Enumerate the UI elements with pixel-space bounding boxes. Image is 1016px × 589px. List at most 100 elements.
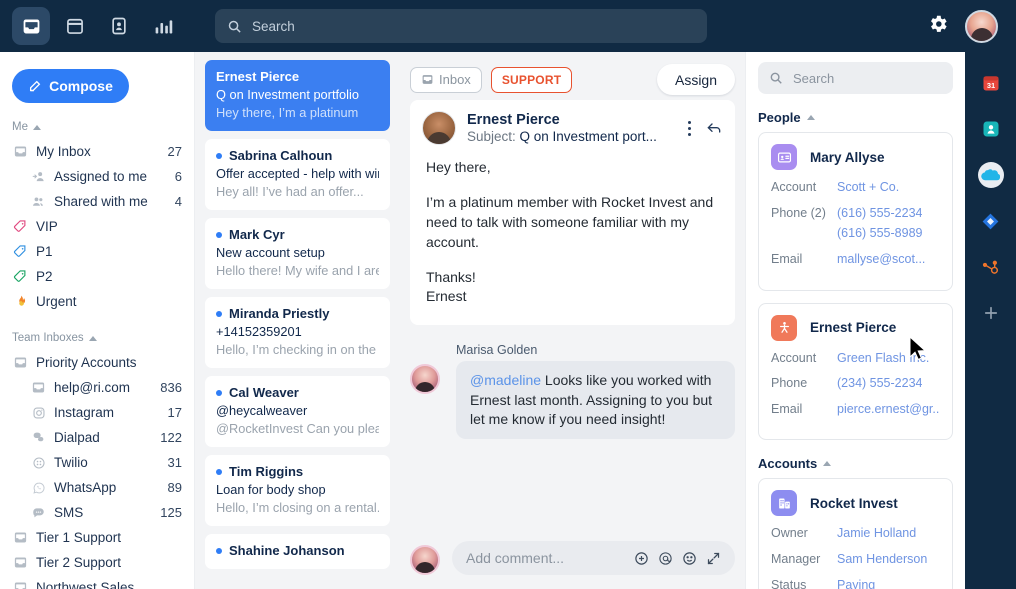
more-options-icon[interactable] — [688, 120, 691, 136]
context-row-value[interactable]: Paying — [837, 578, 875, 589]
conversation-preview: Hey there, I’m a platinum — [216, 105, 359, 120]
context-row-value[interactable]: mallyse@scot... — [837, 252, 925, 273]
context-row-key: Manager — [771, 552, 821, 566]
context-row-key: Owner — [771, 526, 808, 541]
context-row-value[interactable]: (616) 555-2234 (616) 555-8989 — [837, 206, 922, 247]
conversation-subject: Loan for body shop — [216, 482, 326, 497]
conversation-list-item[interactable]: Mark Cyr New account setup Hello there! My… — [205, 218, 390, 289]
hubspot-icon[interactable] — [978, 254, 1004, 280]
context-card-header: Mary Allyse — [771, 144, 940, 170]
context-row-value[interactable]: pierce.ernest@gr... — [837, 402, 940, 423]
sidebar-item-assigned-to-me[interactable]: Assigned to me 6 — [0, 164, 194, 189]
add-comment-input[interactable]: Add comment... — [452, 541, 735, 575]
conversation-list[interactable]: Ernest Pierce Q on Investment portfolio He… — [195, 52, 400, 589]
global-search-placeholder: Search — [252, 18, 295, 34]
inbox-icon[interactable] — [12, 7, 50, 45]
sidebar-item-label: P1 — [36, 244, 53, 259]
global-search-input[interactable]: Search — [215, 9, 707, 43]
sidebar-item-tier-1-support[interactable]: Tier 1 Support — [0, 525, 194, 550]
inbox-chip[interactable]: Inbox — [410, 66, 482, 93]
context-row-value[interactable]: Green Flash Inc. — [837, 351, 929, 372]
comment-mention[interactable]: @madeline — [470, 372, 541, 388]
compose-button[interactable]: Compose — [12, 69, 129, 103]
message-paragraph: Thanks! Ernest — [426, 268, 476, 305]
conversation-list-item[interactable]: Sabrina Calhoun Offer accepted - help wit… — [205, 139, 390, 210]
sidebar-item-my-inbox[interactable]: My Inbox 27 — [0, 139, 194, 164]
gear-icon[interactable] — [927, 13, 949, 40]
left-sidebar: Compose Me My Inbox 27 Assigned to me 6 Share… — [0, 52, 195, 589]
add-attachment-icon[interactable] — [634, 551, 649, 566]
sidebar-item-label: Tier 2 Support — [36, 555, 122, 570]
sidebar-item-vip[interactable]: VIP — [0, 214, 194, 239]
context-row-value[interactable]: Sam Henderson — [837, 552, 927, 573]
context-row-key: Phone — [771, 376, 808, 391]
conversation-name: Cal Weaver — [216, 385, 379, 400]
context-card[interactable]: Mary Allyse Account Scott + Co. Phone (2) (6… — [758, 132, 953, 291]
assign-label: Assign — [674, 71, 718, 88]
sidebar-item-help-ri-com[interactable]: help@ri.com 836 — [0, 375, 194, 400]
unread-dot — [216, 152, 222, 159]
expand-icon[interactable] — [706, 551, 721, 566]
sidebar-item-urgent[interactable]: Urgent — [0, 289, 194, 314]
sidebar-item-tier-2-support[interactable]: Tier 2 Support — [0, 550, 194, 575]
context-row-value[interactable]: Scott + Co. — [837, 180, 899, 201]
context-row-value[interactable]: Jamie Holland — [837, 526, 916, 547]
sidebar-item-instagram[interactable]: Instagram 17 — [0, 400, 194, 425]
mention-icon[interactable] — [658, 551, 673, 566]
context-row-value[interactable]: (234) 555-2234 — [837, 376, 922, 397]
context-card[interactable]: Ernest Pierce Account Green Flash Inc. Phon… — [758, 302, 953, 441]
support-tag[interactable]: SUPPORT — [490, 66, 573, 93]
contacts-app-icon[interactable] — [978, 116, 1004, 142]
conversation-list-item[interactable]: Cal Weaver @heycalweaver @RocketInvest Can… — [205, 376, 390, 447]
whatsapp-icon — [30, 481, 47, 495]
salesforce-icon[interactable] — [977, 162, 1004, 188]
sidebar-item-dialpad[interactable]: Dialpad 122 — [0, 425, 194, 450]
context-card-title: Mary Allyse — [810, 149, 885, 165]
sidebar-section-header[interactable]: Me — [12, 121, 194, 133]
support-tag-label: SUPPORT — [501, 72, 562, 87]
context-section-header[interactable]: People — [758, 110, 953, 125]
sidebar-section-header[interactable]: Team Inboxes — [12, 332, 194, 344]
sidebar-item-p2[interactable]: P2 — [0, 264, 194, 289]
reply-icon[interactable] — [705, 120, 723, 136]
jira-icon[interactable] — [978, 208, 1004, 234]
compose-icon — [30, 80, 41, 92]
conversation-list-item[interactable]: Tim Riggins Loan for body shop Hello, I’m … — [205, 455, 390, 526]
fire-icon — [12, 294, 29, 309]
sidebar-item-count: 17 — [167, 405, 182, 420]
conversation-list-item[interactable]: Shahine Johanson — [205, 534, 390, 569]
conversation-preview: Hey all! I’ve had an offer... — [216, 184, 364, 199]
context-section-header[interactable]: Accounts — [758, 456, 953, 471]
tag-green-icon — [12, 269, 29, 284]
sidebar-item-northwest-sales[interactable]: Northwest Sales — [0, 575, 194, 589]
context-row: Manager Sam Henderson — [771, 552, 940, 573]
conversation-list-item[interactable]: Ernest Pierce Q on Investment portfolio He… — [205, 60, 390, 131]
unread-dot — [216, 231, 222, 238]
context-row-key: Status — [771, 577, 807, 589]
calendar-app-icon[interactable]: 31 — [978, 70, 1004, 96]
sidebar-item-twilio[interactable]: Twilio 31 — [0, 450, 194, 475]
user-avatar[interactable] — [965, 9, 998, 43]
calendar-icon[interactable] — [56, 7, 94, 45]
assign-button[interactable]: Assign — [657, 64, 735, 95]
conversation-name: Ernest Pierce — [216, 69, 300, 84]
inbox-icon — [30, 380, 47, 395]
message-card: Ernest Pierce Subject: Q on Investment p… — [410, 100, 735, 326]
sidebar-item-whatsapp[interactable]: WhatsApp 89 — [0, 475, 194, 500]
comment-composer: Add comment... — [410, 531, 735, 589]
sidebar-item-priority-accounts[interactable]: Priority Accounts — [0, 350, 194, 375]
context-card[interactable]: Rocket Invest Owner Jamie Holland Manager Sa… — [758, 478, 953, 589]
emoji-icon[interactable] — [682, 551, 697, 566]
sidebar-item-p1[interactable]: P1 — [0, 239, 194, 264]
context-search-input[interactable]: Search — [758, 62, 953, 94]
tag-pink-icon — [12, 219, 29, 234]
sidebar-item-shared-with-me[interactable]: Shared with me 4 — [0, 189, 194, 214]
composer-avatar — [410, 544, 440, 575]
contacts-icon[interactable] — [100, 7, 138, 45]
comment-avatar — [410, 364, 440, 395]
analytics-icon[interactable] — [144, 7, 182, 45]
add-app-icon[interactable] — [978, 300, 1004, 326]
integrations-rail: 31 — [965, 52, 1016, 589]
conversation-list-item[interactable]: Miranda Priestly +14152359201 Hello, I’m c… — [205, 297, 390, 368]
sidebar-item-sms[interactable]: SMS 125 — [0, 500, 194, 525]
